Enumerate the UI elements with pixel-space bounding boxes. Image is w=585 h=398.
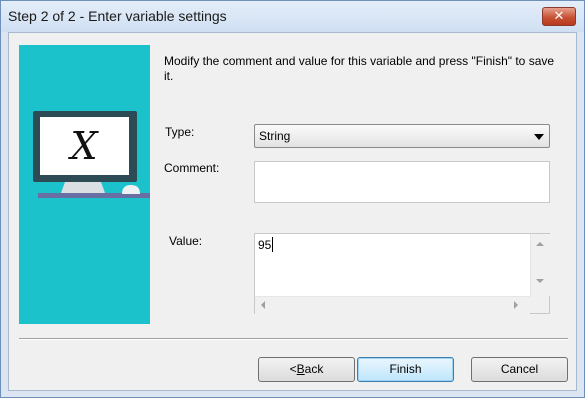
scrollbar-corner bbox=[530, 296, 549, 313]
side-panel: X bbox=[19, 45, 150, 324]
type-label: Type: bbox=[165, 125, 195, 139]
dialog-body: X Modify the comment and value for this … bbox=[8, 32, 577, 391]
value-label: Value: bbox=[169, 234, 203, 248]
back-button[interactable]: <Back bbox=[258, 357, 355, 382]
scroll-right-icon[interactable] bbox=[514, 301, 518, 309]
close-icon: ✕ bbox=[553, 9, 565, 24]
window-title: Step 2 of 2 - Enter variable settings bbox=[8, 8, 227, 24]
horizontal-scrollbar[interactable] bbox=[255, 296, 530, 314]
scroll-down-icon[interactable] bbox=[536, 279, 544, 283]
comment-field[interactable] bbox=[254, 161, 550, 203]
value-field[interactable]: 95 bbox=[254, 233, 550, 314]
monitor-x-glyph: X bbox=[67, 124, 99, 168]
comment-label: Comment: bbox=[164, 161, 220, 175]
divider bbox=[19, 338, 568, 340]
scroll-up-icon[interactable] bbox=[536, 242, 544, 246]
finish-button-label: Finish bbox=[389, 362, 422, 376]
scroll-left-icon[interactable] bbox=[261, 301, 265, 309]
type-dropdown[interactable]: String bbox=[254, 124, 550, 148]
finish-button[interactable]: Finish bbox=[357, 357, 454, 382]
instructions-text: Modify the comment and value for this va… bbox=[164, 54, 555, 83]
chevron-down-icon bbox=[534, 134, 544, 140]
title-bar[interactable]: Step 2 of 2 - Enter variable settings ✕ bbox=[1, 1, 584, 32]
vertical-scrollbar[interactable] bbox=[530, 234, 550, 296]
close-button[interactable]: ✕ bbox=[542, 7, 576, 26]
wizard-dialog: Step 2 of 2 - Enter variable settings ✕ … bbox=[0, 0, 585, 398]
value-text: 95 bbox=[258, 238, 272, 252]
type-selected-value: String bbox=[259, 129, 291, 143]
cancel-button[interactable]: Cancel bbox=[471, 357, 568, 382]
back-button-label: ack bbox=[304, 362, 324, 376]
back-button-prefix: < bbox=[289, 362, 297, 376]
back-button-accelerator: B bbox=[296, 362, 305, 376]
text-caret bbox=[272, 237, 273, 252]
monitor-icon: X bbox=[33, 111, 150, 198]
cancel-button-label: Cancel bbox=[500, 362, 539, 376]
